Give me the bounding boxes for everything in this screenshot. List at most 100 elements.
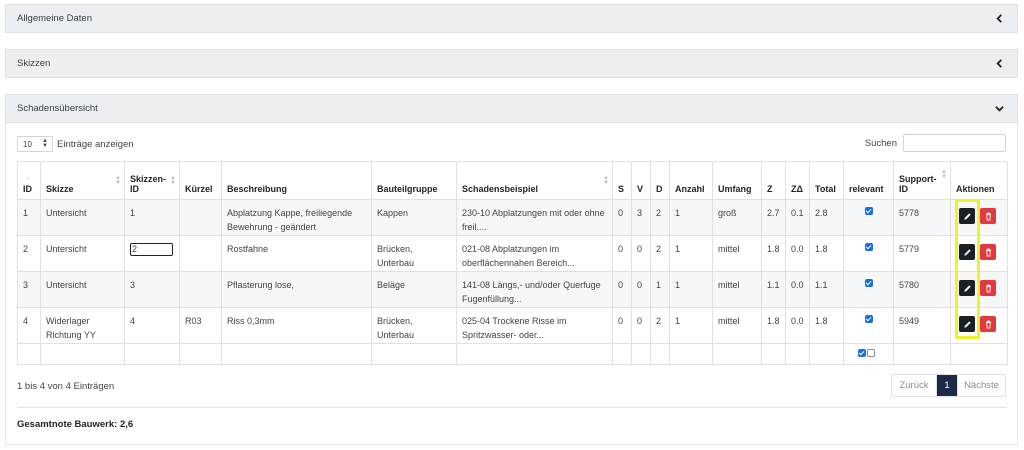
table-row: 4 Widerlager Richtung YY 4 R03 Riss 0,3m… [17, 307, 1008, 344]
search-input[interactable] [903, 134, 1006, 152]
table-row: 1 Untersicht 1 Abplatzung Kappe, freilie… [17, 199, 1008, 236]
pagination-next-button[interactable]: Nächste [957, 375, 1005, 396]
cell-kuerzel [179, 235, 222, 272]
cell-z: 1.8 [761, 307, 786, 344]
cell-beschreibung: Riss 0,3mm [221, 307, 372, 344]
chevron-left-icon[interactable] [993, 58, 1005, 70]
column-header-s[interactable]: S [612, 161, 632, 200]
relevant-checkbox[interactable] [865, 207, 873, 215]
column-header-beschreibung[interactable]: Beschreibung [221, 161, 372, 200]
cell-z: 1.8 [761, 235, 786, 272]
column-header-kuerzel[interactable]: Kürzel [179, 161, 222, 200]
cell-relevant [843, 199, 894, 236]
cell-total: 1.8 [809, 235, 844, 272]
cell-total: 1.1 [809, 271, 844, 308]
sort-icon: ▲ ▼ [115, 175, 121, 186]
entries-length-select[interactable]: 10 ▲ ▼ [17, 136, 53, 152]
sort-icon: ▲ ▼ [603, 175, 609, 186]
column-header-total[interactable]: Total [809, 161, 844, 200]
column-header-bauteilgruppe[interactable]: Bauteilgruppe [371, 161, 457, 200]
cell-total: 1.8 [809, 307, 844, 344]
column-header-d[interactable]: D [650, 161, 670, 200]
cell-actions [950, 271, 1008, 308]
column-header-id[interactable]: • ID [17, 161, 41, 200]
panel-schadensuebersicht[interactable]: Schadensübersicht [5, 94, 1018, 123]
edit-button[interactable] [959, 316, 975, 332]
cell-kuerzel [179, 271, 222, 308]
column-header-support-id[interactable]: Support-ID ▲ ▼ [893, 161, 951, 200]
relevant-checkbox[interactable] [865, 243, 873, 251]
delete-button[interactable] [980, 316, 996, 332]
edit-button[interactable] [959, 280, 975, 296]
cell-bauteilgruppe: Beläge [371, 271, 457, 308]
cell-beschreibung: Rostfahne [221, 235, 372, 272]
pagination-prev-button[interactable]: Zurück [892, 375, 937, 396]
cell-bauteilgruppe: Brücken, Unterbau [371, 307, 457, 344]
pagination-page-1[interactable]: 1 [937, 375, 957, 396]
cell-skizze: Untersicht [40, 271, 125, 308]
cell-umfang: groß [712, 199, 762, 236]
cell-actions [950, 307, 1008, 344]
cell-skizze: Untersicht [40, 199, 125, 236]
delete-button[interactable] [980, 280, 996, 296]
cell-actions [950, 199, 1008, 236]
cell-umfang: mittel [712, 235, 762, 272]
column-header-z-delta[interactable]: ZΔ [785, 161, 810, 200]
cell-id: 4 [17, 307, 41, 344]
search-label: Suchen [864, 137, 897, 149]
cell-z-delta: 0.1 [785, 199, 810, 236]
cell-d: 1 [650, 271, 670, 308]
cell-relevant [843, 307, 894, 344]
cell-z: 1.1 [761, 271, 786, 308]
table-row: 2 Untersicht 2 Rostfahne Brücken, Unterb… [17, 235, 1008, 272]
cell-anzahl: 1 [669, 235, 713, 272]
panel-title: Schadensübersicht [17, 103, 98, 114]
table-info: 1 bis 4 von 4 Einträgen [17, 381, 115, 392]
relevant-filter-checkbox-checked[interactable] [858, 349, 866, 357]
pencil-icon [963, 212, 971, 220]
panel-title: Allgemeine Daten [17, 13, 92, 24]
column-header-relevant[interactable]: relevant [843, 161, 894, 200]
column-header-skizzen-id[interactable]: Skizzen-ID ▲ ▼ [124, 161, 180, 200]
chevron-left-icon[interactable] [993, 13, 1005, 25]
cell-s: 0 [612, 307, 632, 344]
cell-kuerzel [179, 199, 222, 236]
delete-button[interactable] [980, 208, 996, 224]
skizzen-id-inline-input[interactable]: 2 [130, 243, 173, 256]
delete-button[interactable] [980, 244, 996, 260]
cell-umfang: mittel [712, 307, 762, 344]
panel-allgemeine-daten[interactable]: Allgemeine Daten [5, 4, 1018, 33]
column-header-skizze[interactable]: Skizze ▲ ▼ [40, 161, 125, 200]
column-header-v[interactable]: V [631, 161, 651, 200]
cell-anzahl: 1 [669, 271, 713, 308]
cell-d: 2 [650, 307, 670, 344]
trash-icon [985, 247, 991, 257]
cell-z: 2.7 [761, 199, 786, 236]
panel-title: Skizzen [17, 58, 51, 69]
cell-actions [950, 235, 1008, 272]
cell-z-delta: 0.0 [785, 307, 810, 344]
column-header-z[interactable]: Z [761, 161, 786, 200]
edit-button[interactable] [959, 208, 975, 224]
panel-skizzen[interactable]: Skizzen [5, 49, 1018, 78]
cell-bauteilgruppe: Brücken, Unterbau [371, 235, 457, 272]
column-header-umfang[interactable]: Umfang [712, 161, 762, 200]
column-header-anzahl[interactable]: Anzahl [669, 161, 713, 200]
column-header-schadensbeispiel[interactable]: Schadensbeispiel ▲ ▼ [456, 161, 613, 200]
cell-beschreibung: Pflasterung lose, [221, 271, 372, 308]
relevant-filter-checkbox-unchecked[interactable] [867, 349, 875, 357]
cell-skizzen-id: 4 [124, 307, 180, 344]
cell-schadensbeispiel: 141-08 Längs,- und/oder Querfuge Fugenfü… [456, 271, 613, 308]
cell-id: 2 [17, 235, 41, 272]
edit-button[interactable] [959, 244, 975, 260]
relevant-checkbox[interactable] [865, 279, 873, 287]
relevant-checkbox[interactable] [865, 315, 873, 323]
pencil-icon [963, 248, 971, 256]
cell-support-id: 5778 [893, 199, 951, 236]
damage-table: • ID Skizze ▲ ▼ Skizzen-ID ▲ ▼ Kürzel Beschre… [17, 161, 1008, 365]
cell-anzahl: 1 [669, 307, 713, 344]
chevron-down-icon[interactable] [993, 103, 1005, 115]
cell-schadensbeispiel: 025-04 Trockene Risse im Spritzwasser- o… [456, 307, 613, 344]
cell-support-id: 5949 [893, 307, 951, 344]
column-header-aktionen: Aktionen [950, 161, 1008, 200]
